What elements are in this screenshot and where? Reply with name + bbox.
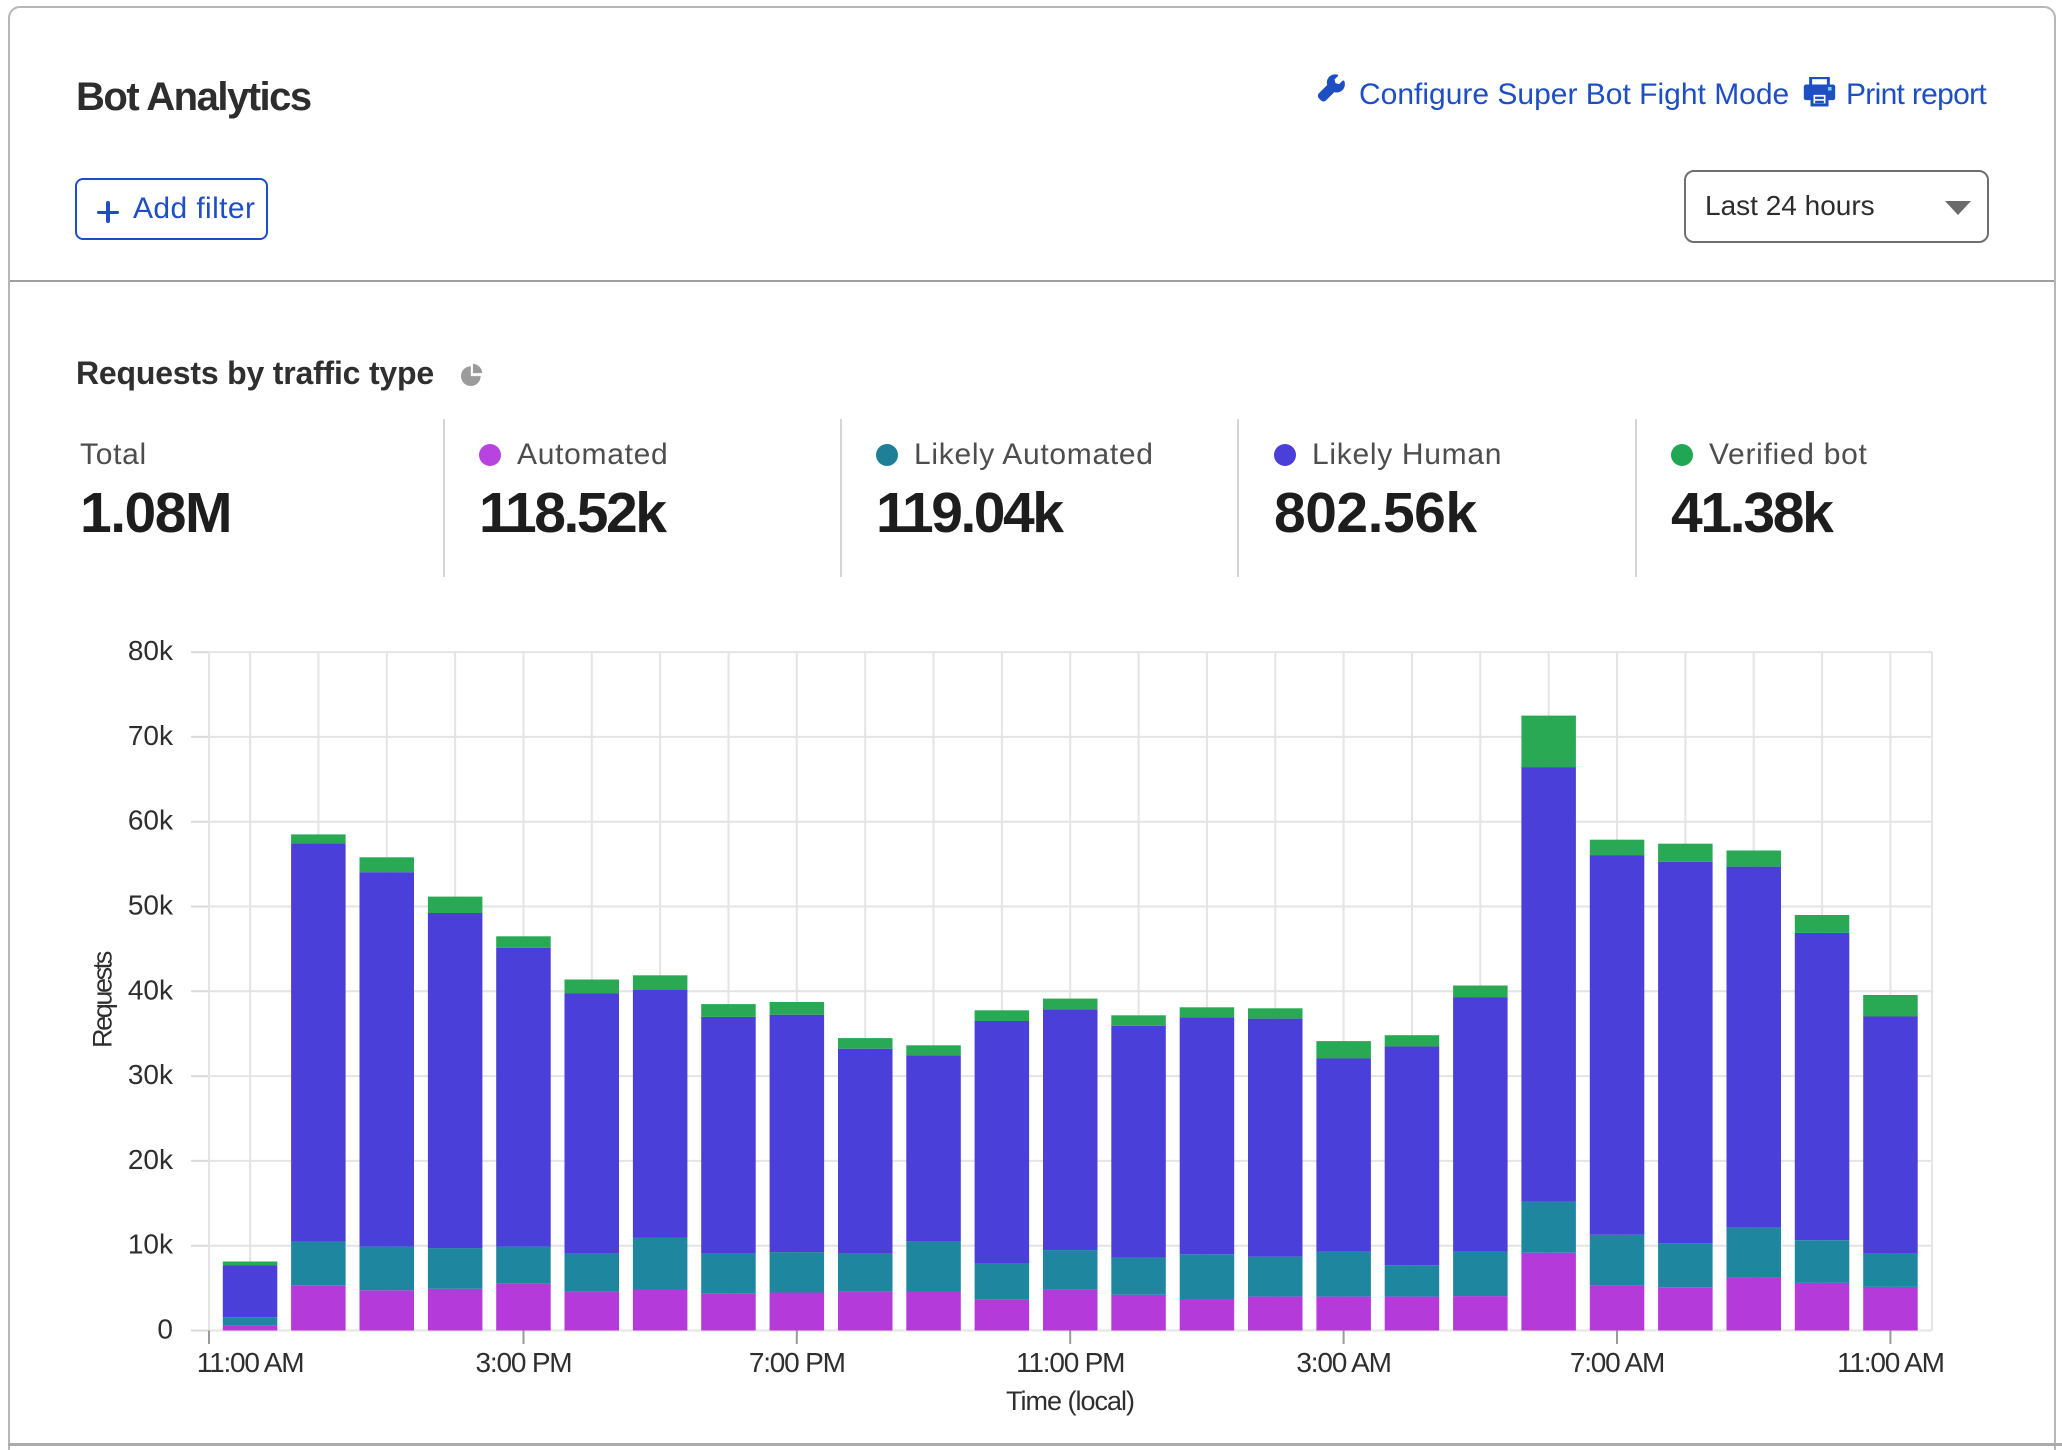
svg-text:3:00 AM: 3:00 AM [1296, 1347, 1390, 1378]
svg-text:80k: 80k [128, 635, 174, 666]
svg-text:Time (local): Time (local) [1006, 1386, 1134, 1416]
svg-text:3:00 PM: 3:00 PM [476, 1347, 572, 1378]
svg-text:11:00 AM: 11:00 AM [1837, 1347, 1944, 1378]
svg-text:70k: 70k [128, 720, 174, 751]
svg-text:20k: 20k [128, 1144, 174, 1175]
svg-text:30k: 30k [128, 1059, 174, 1090]
svg-text:40k: 40k [128, 974, 174, 1005]
svg-text:11:00 PM: 11:00 PM [1016, 1347, 1124, 1378]
svg-text:11:00 AM: 11:00 AM [197, 1347, 304, 1378]
svg-text:0: 0 [157, 1314, 173, 1345]
svg-text:50k: 50k [128, 890, 174, 921]
svg-text:60k: 60k [128, 805, 174, 836]
svg-text:7:00 AM: 7:00 AM [1570, 1347, 1664, 1378]
svg-text:10k: 10k [128, 1229, 174, 1260]
svg-text:Requests: Requests [88, 951, 118, 1048]
svg-text:7:00 PM: 7:00 PM [749, 1347, 845, 1378]
